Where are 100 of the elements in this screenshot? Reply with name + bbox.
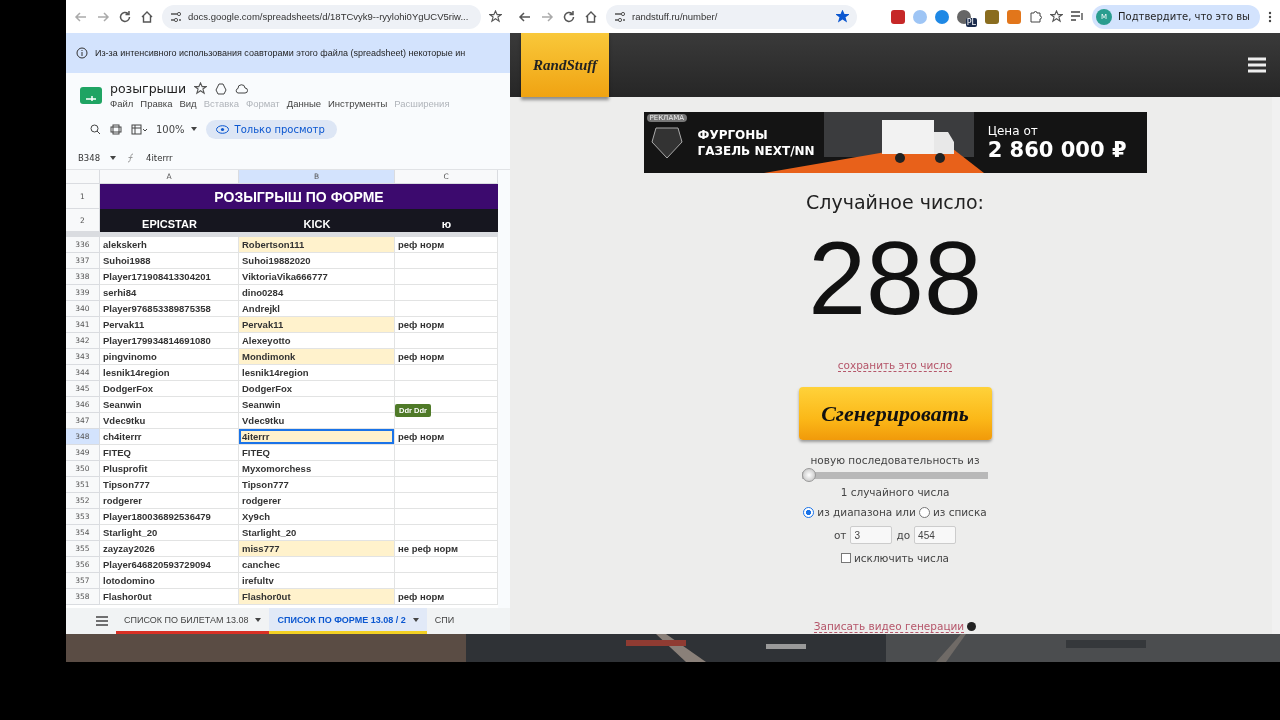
table-cell[interactable]: canchec <box>239 557 395 573</box>
more-icon[interactable] <box>1268 10 1272 23</box>
formula-value[interactable]: 4iterrr <box>146 153 173 163</box>
search-icon[interactable] <box>90 123 101 135</box>
table-cell[interactable]: Starlight_20 <box>239 525 395 541</box>
sheet-tab[interactable]: СПИ <box>426 608 463 634</box>
table-icon[interactable] <box>131 123 147 135</box>
table-cell[interactable]: DodgerFox <box>239 381 395 397</box>
menu-item[interactable]: Вид <box>179 98 197 109</box>
table-cell: serhi84 <box>100 285 239 301</box>
extension-badge: PL <box>965 17 978 27</box>
table-cell: Player179934814691080 <box>100 333 239 349</box>
save-number-link[interactable]: сохранить это число <box>837 359 953 372</box>
table-cell: lesnik14region <box>100 365 239 381</box>
cloud-icon[interactable] <box>235 83 249 94</box>
table-cell[interactable]: Myxomorchess <box>239 461 395 477</box>
reload-icon[interactable] <box>118 9 132 24</box>
star-icon[interactable] <box>1050 10 1064 23</box>
checkbox-label[interactable]: исключить числа <box>853 552 950 564</box>
site-settings-icon[interactable] <box>614 10 626 23</box>
sheet-tab[interactable]: СПИСОК ПО ФОРМЕ 13.08 / 2 <box>269 608 427 634</box>
price-label: Цена от <box>987 123 1039 138</box>
table-cell[interactable]: Flashor0ut <box>239 589 395 605</box>
star-icon[interactable] <box>194 82 208 95</box>
table-cell: rodgerer <box>100 493 239 509</box>
radio-button[interactable] <box>918 506 930 518</box>
site-logo[interactable]: RandStuff <box>521 33 609 97</box>
sheets-logo-icon[interactable] <box>80 86 102 104</box>
caret-icon[interactable] <box>190 127 197 131</box>
print-icon[interactable] <box>110 123 122 135</box>
table-cell[interactable]: miss777 <box>239 541 395 557</box>
zoom-select[interactable]: 100% <box>156 123 197 135</box>
puzzle-icon[interactable] <box>1029 10 1043 23</box>
reload-icon[interactable] <box>562 9 576 24</box>
table-cell[interactable]: irefultv <box>239 573 395 589</box>
sheet-title-cell: РОЗЫГРЫШ ПО ФОРМЕ <box>100 184 498 209</box>
table-cell: Tipson777 <box>100 477 239 493</box>
star-icon[interactable] <box>836 10 849 23</box>
back-icon[interactable] <box>518 9 532 24</box>
help-icon[interactable] <box>967 622 977 631</box>
menu-item[interactable]: Файл <box>110 98 134 109</box>
record-video-link[interactable]: Записать видео генерации <box>813 620 965 633</box>
site-settings-icon[interactable] <box>170 10 182 23</box>
cell-reference[interactable]: B348 <box>78 153 101 163</box>
address-bar[interactable]: docs.google.com/spreadsheets/d/18TCvyk9--ryylohi0YgUCV5riw... <box>162 4 481 29</box>
table-cell[interactable]: Pervak11 <box>239 317 395 333</box>
playlist-icon[interactable] <box>1071 11 1085 22</box>
address-bar[interactable]: randstuff.ru/number/ <box>606 4 857 29</box>
radio-label[interactable]: из диапазона или <box>817 506 916 518</box>
from-label: от <box>833 529 847 541</box>
table-cell: ch4iterrr <box>100 429 239 445</box>
table-cell[interactable]: Xy9ch <box>239 509 395 525</box>
checkbox[interactable] <box>840 553 851 563</box>
table-cell[interactable]: FITEQ <box>239 445 395 461</box>
scrollbar[interactable] <box>1272 97 1280 634</box>
home-icon[interactable] <box>140 9 154 24</box>
menu-item[interactable]: Инструменты <box>328 98 388 109</box>
from-field[interactable]: 3 <box>850 526 893 544</box>
radio-button[interactable] <box>803 506 815 518</box>
table-cell[interactable]: ViktoriaVika666777 <box>239 269 395 285</box>
table-cell: реф норм <box>395 349 498 365</box>
header-cell: ю <box>395 209 498 232</box>
table-cell: реф норм <box>395 317 498 333</box>
random-number: 288 <box>808 219 982 337</box>
table-cell[interactable]: Vdec9tku <box>239 413 395 429</box>
table-cell[interactable]: Mondimonk <box>239 349 395 365</box>
generate-button[interactable]: Сгенерировать <box>798 387 992 440</box>
menu-item[interactable]: Данные <box>286 98 322 109</box>
count-label: 1 случайного числа <box>840 486 950 498</box>
table-cell[interactable]: lesnik14region <box>239 365 395 381</box>
home-icon[interactable] <box>584 9 598 24</box>
table-cell: Player976853389875358 <box>100 301 239 317</box>
table-cell[interactable]: Robertson111 <box>239 237 395 253</box>
table-cell[interactable]: Andrejkl <box>239 301 395 317</box>
sequence-label: новую последовательность из <box>810 454 980 466</box>
caret-icon[interactable] <box>110 156 117 160</box>
table-cell[interactable]: Suhoi19882020 <box>239 253 395 269</box>
count-slider[interactable] <box>802 468 988 482</box>
price: 2 860 000 ₽ <box>987 137 1127 162</box>
view-only-button[interactable]: Только просмотр <box>205 119 337 139</box>
header-cell: EPICSTAR <box>100 209 239 232</box>
to-field[interactable]: 454 <box>914 526 957 544</box>
table-cell[interactable]: Tipson777 <box>239 477 395 493</box>
menu-item[interactable]: Правка <box>140 98 173 109</box>
document-title[interactable]: розыгрыши <box>110 81 187 96</box>
slider-thumb[interactable] <box>802 468 816 482</box>
caret-icon[interactable] <box>255 617 262 622</box>
star-icon[interactable] <box>489 10 502 23</box>
table-cell: Player171908413304201 <box>100 269 239 285</box>
table-cell: Suhoi1988 <box>100 253 239 269</box>
table-cell: реф норм <box>395 237 498 253</box>
table-cell[interactable]: 4iterrr <box>239 429 395 445</box>
table-cell[interactable]: Seanwin <box>239 397 395 413</box>
caret-icon[interactable] <box>412 617 419 622</box>
table-cell[interactable]: Alexeyotto <box>239 333 395 349</box>
table-cell[interactable]: rodgerer <box>239 493 395 509</box>
radio-label[interactable]: из списка <box>932 506 987 518</box>
table-cell: zayzay2026 <box>100 541 239 557</box>
table-cell[interactable]: dino0284 <box>239 285 395 301</box>
table-cell: реф норм <box>395 589 498 605</box>
